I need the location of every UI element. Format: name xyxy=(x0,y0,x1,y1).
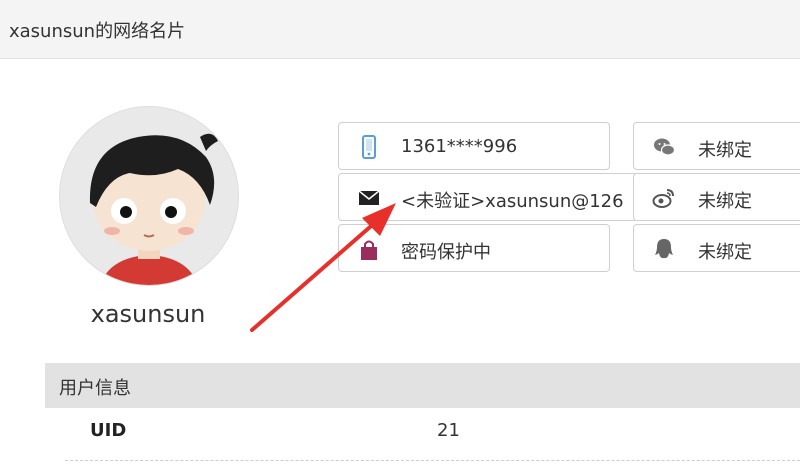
phone-icon xyxy=(357,135,381,159)
qq-status: 未绑定 xyxy=(698,242,752,263)
wechat-binding-card[interactable]: 未绑定 xyxy=(633,122,800,170)
phone-binding-card[interactable]: 1361****996 xyxy=(338,122,610,170)
phone-value: 1361****996 xyxy=(401,136,518,157)
uid-label: UID xyxy=(90,420,127,441)
row-divider xyxy=(65,460,800,461)
lock-icon xyxy=(357,237,381,261)
avatar[interactable] xyxy=(59,106,239,286)
email-value: <未验证>xasunsun@126 xyxy=(401,191,624,212)
user-info-heading: 用户信息 xyxy=(59,378,131,399)
weibo-status: 未绑定 xyxy=(698,191,752,212)
qq-icon xyxy=(652,237,676,261)
user-info-header: 用户信息 xyxy=(45,363,800,408)
uid-value: 21 xyxy=(437,420,460,441)
top-bar: xasunsun的网络名片 xyxy=(0,0,800,59)
email-binding-card[interactable]: <未验证>xasunsun@126 xyxy=(338,173,638,221)
username: xasunsun xyxy=(90,300,206,328)
password-protection-card[interactable]: 密码保护中 xyxy=(338,224,610,272)
page-title: xasunsun的网络名片 xyxy=(9,21,186,42)
password-status: 密码保护中 xyxy=(401,242,491,263)
envelope-icon xyxy=(357,186,381,210)
avatar-image xyxy=(60,107,238,285)
weibo-icon xyxy=(652,186,676,210)
wechat-status: 未绑定 xyxy=(698,140,752,161)
wechat-icon xyxy=(652,135,676,159)
qq-binding-card[interactable]: 未绑定 xyxy=(633,224,800,272)
weibo-binding-card[interactable]: 未绑定 xyxy=(633,173,800,221)
